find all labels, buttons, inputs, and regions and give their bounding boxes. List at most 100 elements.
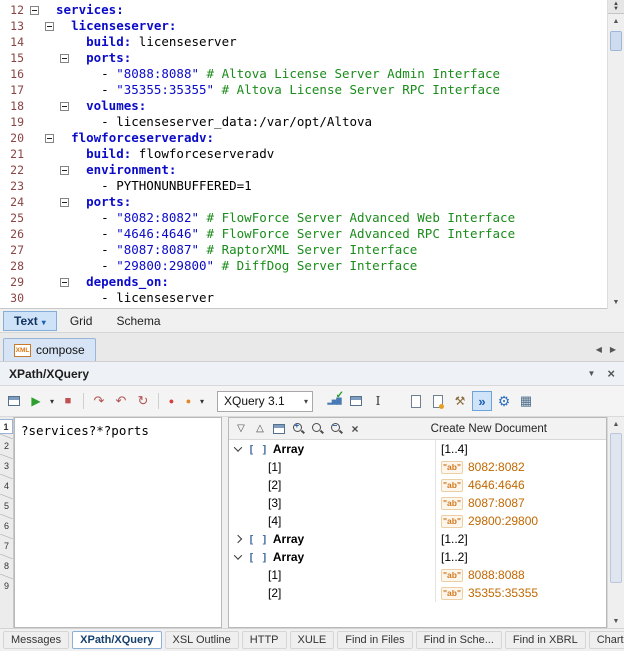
zoom-reset-icon[interactable] — [309, 420, 325, 437]
chart-validate-icon[interactable]: ▂▅▇ ✓ — [324, 391, 344, 411]
step-out-icon[interactable]: ↻ — [133, 391, 153, 411]
file-tab-compose[interactable]: XML compose — [3, 338, 96, 361]
editor-line[interactable]: 14 build: licenseserver — [0, 34, 607, 50]
editor-line[interactable]: 24 ports: — [0, 194, 607, 210]
editor-line[interactable]: 20 flowforceserveradv: — [0, 130, 607, 146]
zoom-out-icon[interactable]: − — [328, 420, 344, 437]
result-item-row[interactable]: [3]"ab"8087:8087 — [229, 494, 606, 512]
view-tab-grid[interactable]: Grid — [59, 311, 104, 331]
text-cursor-icon[interactable]: I — [368, 391, 388, 411]
breakpoint-dropdown-icon[interactable]: ▾ — [198, 391, 206, 411]
editor-line[interactable]: 28 - "29800:29800" # DiffDog Server Inte… — [0, 258, 607, 274]
fold-toggle-icon[interactable] — [60, 166, 69, 175]
editor-line[interactable]: 23 - PYTHONUNBUFFERED=1 — [0, 178, 607, 194]
expand-icon[interactable] — [234, 535, 242, 543]
run-options-dropdown-icon[interactable]: ▾ — [48, 391, 56, 411]
scroll-up-button[interactable]: ▲ — [608, 417, 624, 431]
editor-line[interactable]: 29 depends_on: — [0, 274, 607, 290]
tracepoint-icon[interactable]: ● — [181, 391, 196, 411]
code-editor[interactable]: 12services:13 licenseserver:14 build: li… — [0, 0, 624, 309]
xpath-expression-input[interactable]: ?services?*?ports — [14, 417, 222, 628]
xpath-tab-1[interactable]: 1 — [0, 419, 13, 434]
editor-line[interactable]: 19 - licenseserver_data:/var/opt/Altova — [0, 114, 607, 130]
editor-line[interactable]: 13 licenseserver: — [0, 18, 607, 34]
bottom-tab-charts[interactable]: Charts — [589, 631, 624, 649]
collapse-icon[interactable] — [234, 551, 242, 559]
results-scrollbar[interactable]: ▲ ▼ — [607, 417, 624, 628]
clear-results-icon[interactable]: × — [347, 420, 363, 437]
filter-up-icon[interactable]: △ — [252, 420, 268, 437]
filter-down-icon[interactable]: ▽ — [233, 420, 249, 437]
bottom-tab-xpath-xquery[interactable]: XPath/XQuery — [72, 631, 161, 649]
bottom-tab-messages[interactable]: Messages — [3, 631, 69, 649]
bottom-tab-find-in-sche-[interactable]: Find in Sche... — [416, 631, 502, 649]
result-array-row[interactable]: [ ]Array[1..4] — [229, 440, 606, 458]
bottom-tab-find-in-files[interactable]: Find in Files — [337, 631, 412, 649]
tools-icon[interactable]: ⚒ — [450, 391, 470, 411]
settings-gear-icon[interactable]: ⚙ — [494, 391, 514, 411]
fold-toggle-icon[interactable] — [45, 134, 54, 143]
panel-close-icon[interactable]: × — [607, 366, 615, 381]
step-into-icon[interactable]: ↷ — [89, 391, 109, 411]
editor-line[interactable]: 25 - "8082:8082" # FlowForce Server Adva… — [0, 210, 607, 226]
editor-line[interactable]: 16 - "8088:8088" # Altova License Server… — [0, 66, 607, 82]
xpath-tab-5[interactable]: 5 — [0, 499, 13, 514]
layout-table-icon[interactable]: ▦ — [516, 391, 536, 411]
dock-panel-icon[interactable] — [4, 391, 24, 411]
editor-line[interactable]: 12services: — [0, 2, 607, 18]
scroll-down-button[interactable]: ▼ — [608, 295, 624, 309]
editor-line[interactable]: 17 - "35355:35355" # Altova License Serv… — [0, 82, 607, 98]
xpath-tab-4[interactable]: 4 — [0, 479, 13, 494]
view-tab-text[interactable]: Text▾ — [3, 311, 57, 331]
bottom-tab-xsl-outline[interactable]: XSL Outline — [165, 631, 239, 649]
editor-line[interactable]: 26 - "4646:4646" # FlowForce Server Adva… — [0, 226, 607, 242]
result-item-row[interactable]: [1]"ab"8088:8088 — [229, 566, 606, 584]
window-icon[interactable] — [271, 420, 287, 437]
result-item-row[interactable]: [2]"ab"35355:35355 — [229, 584, 606, 602]
xpath-tab-2[interactable]: 2 — [0, 439, 13, 454]
editor-scrollbar[interactable]: ▲▼ ▲ ▼ — [607, 0, 624, 309]
result-item-row[interactable]: [1]"ab"8082:8082 — [229, 458, 606, 476]
view-tab-schema[interactable]: Schema — [105, 311, 171, 331]
breakpoint-icon[interactable]: ● — [164, 391, 179, 411]
panel-menu-icon[interactable]: ▼ — [587, 369, 595, 378]
bottom-tab-xule[interactable]: XULE — [290, 631, 335, 649]
editor-line[interactable]: 22 environment: — [0, 162, 607, 178]
fold-toggle-icon[interactable] — [60, 198, 69, 207]
bottom-tab-find-in-xbrl[interactable]: Find in XBRL — [505, 631, 586, 649]
fold-toggle-icon[interactable] — [60, 102, 69, 111]
xpath-tab-3[interactable]: 3 — [0, 459, 13, 474]
open-document-icon[interactable] — [428, 391, 448, 411]
xpath-tab-7[interactable]: 7 — [0, 539, 13, 554]
editor-scrollbar-thumb[interactable] — [610, 31, 622, 51]
show-output-toggle-icon[interactable]: » — [472, 391, 492, 411]
result-item-row[interactable]: [2]"ab"4646:4646 — [229, 476, 606, 494]
bottom-tab-http[interactable]: HTTP — [242, 631, 287, 649]
editor-line[interactable]: 30 - licenseserver — [0, 290, 607, 306]
new-document-icon[interactable] — [406, 391, 426, 411]
editor-line[interactable]: 15 ports: — [0, 50, 607, 66]
result-item-row[interactable]: [4]"ab"29800:29800 — [229, 512, 606, 530]
xpath-tab-6[interactable]: 6 — [0, 519, 13, 534]
results-scrollbar-thumb[interactable] — [610, 433, 622, 583]
editor-line[interactable]: 21 build: flowforceserveradv — [0, 146, 607, 162]
editor-line[interactable]: 18 volumes: — [0, 98, 607, 114]
result-window-icon[interactable] — [346, 391, 366, 411]
collapse-icon[interactable] — [234, 443, 242, 451]
scroll-down-button[interactable]: ▼ — [608, 614, 624, 628]
tab-scroll-right-button[interactable]: ▶ — [610, 345, 616, 354]
result-array-row[interactable]: [ ]Array[1..2] — [229, 530, 606, 548]
zoom-in-icon[interactable]: + — [290, 420, 306, 437]
fold-toggle-icon[interactable] — [60, 54, 69, 63]
step-over-icon[interactable]: ↶ — [111, 391, 131, 411]
language-select[interactable]: XQuery 3.1 ▾ — [217, 391, 313, 412]
create-new-document-button[interactable]: Create New Document — [431, 423, 547, 435]
split-view-handle[interactable]: ▲▼ — [608, 0, 624, 14]
stop-button[interactable]: ■ — [58, 391, 78, 411]
run-evaluation-button[interactable]: ▶ — [26, 391, 46, 411]
fold-toggle-icon[interactable] — [60, 278, 69, 287]
scroll-up-button[interactable]: ▲ — [608, 14, 624, 28]
fold-toggle-icon[interactable] — [30, 6, 39, 15]
tab-scroll-left-button[interactable]: ◀ — [596, 345, 602, 354]
result-array-row[interactable]: [ ]Array[1..2] — [229, 548, 606, 566]
